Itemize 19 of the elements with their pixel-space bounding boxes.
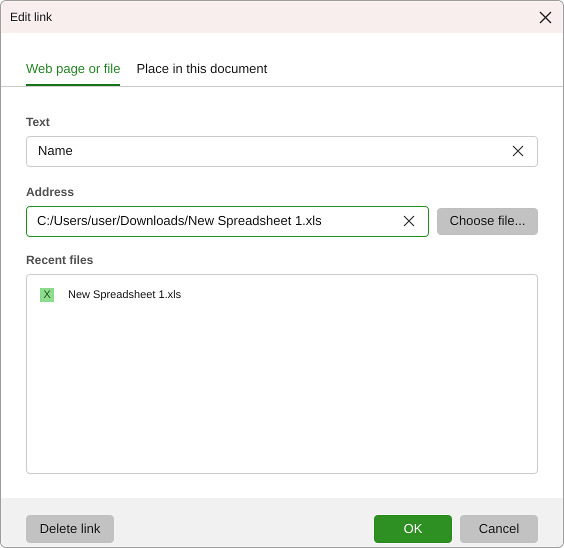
section-label: Recent files [26, 252, 94, 268]
field-label: Address [26, 184, 76, 200]
ok-button[interactable]: OK [374, 514, 452, 542]
clear-icon[interactable] [403, 215, 415, 227]
spreadsheet-icon: X [40, 288, 54, 302]
cancel-button[interactable]: Cancel [460, 514, 538, 542]
window-title: Edit link [10, 9, 52, 26]
field-value: Name [38, 142, 73, 160]
choose-file-button[interactable]: Choose file... [437, 208, 538, 234]
recent-file-item[interactable]: X New Spreadsheet 1.xls [40, 286, 182, 303]
clear-icon[interactable] [512, 145, 524, 157]
tab[interactable]: Place in this document [136, 59, 268, 86]
close-icon[interactable] [539, 10, 552, 24]
field-value: C:/Users/user/Downloads/New Spreadsheet 1.xls [37, 212, 322, 230]
text-field[interactable]: Name [26, 136, 538, 166]
field-label: Text [26, 114, 51, 130]
delete-link-button[interactable]: Delete link [26, 514, 114, 542]
address-field[interactable]: C:/Users/user/Downloads/New Spreadsheet 1.xls [26, 206, 429, 236]
tab[interactable]: Web page or file [26, 59, 120, 86]
